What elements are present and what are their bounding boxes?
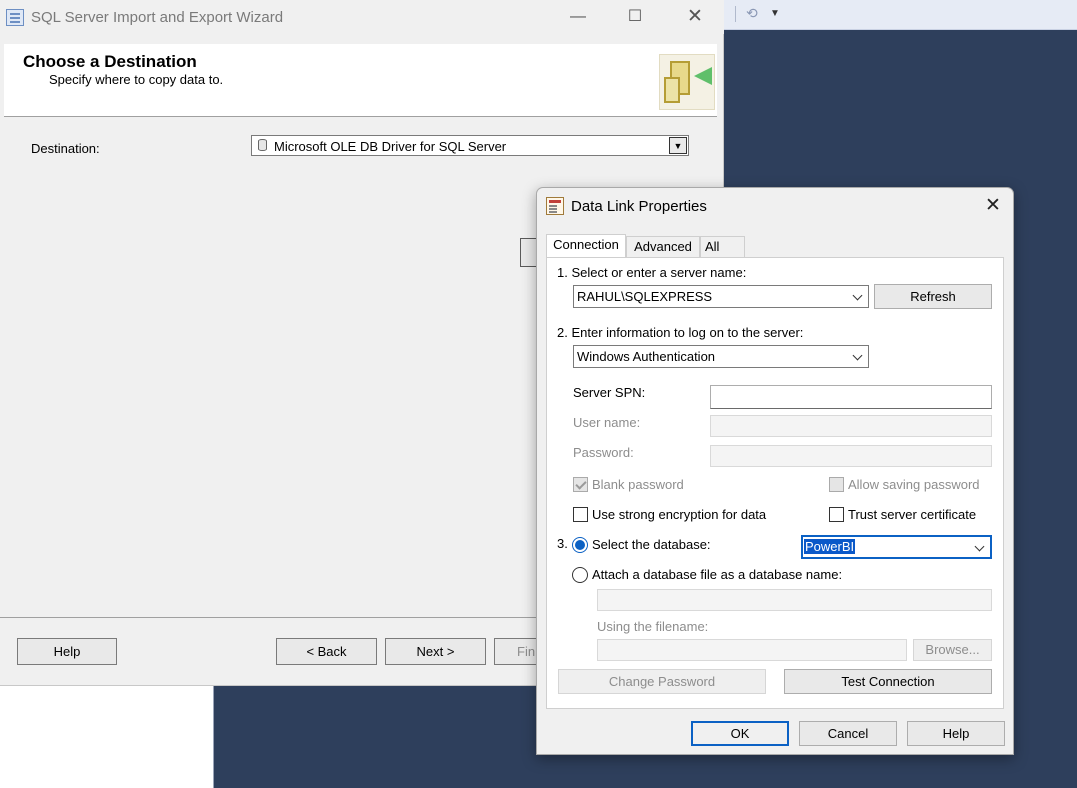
tab-all[interactable]: All <box>700 236 745 258</box>
wizard-app-icon <box>6 9 24 26</box>
dropdown-arrow-icon[interactable]: ▼ <box>770 8 790 26</box>
destination-label: Destination: <box>31 141 100 156</box>
toolbar-icon[interactable]: ⟲ <box>746 5 766 23</box>
dialog-titlebar: Data Link Properties ✕ <box>537 188 1013 224</box>
dialog-title: Data Link Properties <box>571 198 707 215</box>
page-subtitle: Specify where to copy data to. <box>49 72 224 87</box>
wizard-titlebar: SQL Server Import and Export Wizard — ☐ … <box>0 0 724 34</box>
strong-encryption-checkbox[interactable] <box>573 507 588 522</box>
tab-connection[interactable]: Connection <box>546 234 626 258</box>
minimize-button[interactable]: — <box>560 6 596 28</box>
attach-database-radio[interactable] <box>572 567 588 583</box>
data-link-icon <box>546 197 564 215</box>
server-name-combo[interactable]: RAHUL\SQLEXPRESS <box>573 285 869 308</box>
blank-password-label: Blank password <box>592 477 684 492</box>
database-combo[interactable]: PowerBI <box>801 535 992 559</box>
chevron-down-icon[interactable]: ▼ <box>669 137 687 154</box>
toolbar-separator <box>735 6 736 22</box>
database-value: PowerBI <box>804 539 856 554</box>
select-database-radio[interactable] <box>572 537 588 553</box>
trust-server-certificate-label: Trust server certificate <box>848 507 977 522</box>
blank-password-checkbox[interactable] <box>573 477 588 492</box>
step-3-label: 3. <box>557 536 568 551</box>
browse-button[interactable]: Browse... <box>913 639 992 661</box>
authentication-value: Windows Authentication <box>577 349 716 364</box>
destination-value: Microsoft OLE DB Driver for SQL Server <box>274 139 507 154</box>
database-value-wrap: PowerBI <box>804 539 856 554</box>
maximize-button[interactable]: ☐ <box>617 6 653 28</box>
chevron-down-icon[interactable] <box>852 289 864 303</box>
help-button[interactable]: Help <box>17 638 117 665</box>
refresh-button[interactable]: Refresh <box>874 284 992 309</box>
password-label: Password: <box>573 445 634 460</box>
help-button[interactable]: Help <box>907 721 1005 746</box>
user-name-label: User name: <box>573 415 641 430</box>
connection-tab-panel: 1. Select or enter a server name: RAHUL\… <box>546 257 1004 709</box>
attach-database-name-input[interactable] <box>597 589 992 611</box>
destination-select[interactable]: Microsoft OLE DB Driver for SQL Server ▼ <box>251 135 689 156</box>
tab-advanced[interactable]: Advanced <box>626 236 700 258</box>
user-name-input[interactable] <box>710 415 992 437</box>
back-button[interactable]: < Back <box>276 638 377 665</box>
server-name-label: 1. Select or enter a server name: <box>557 265 747 280</box>
select-database-label: Select the database: <box>592 537 711 552</box>
attach-database-label: Attach a database file as a database nam… <box>592 567 843 582</box>
server-spn-input[interactable] <box>710 385 992 409</box>
wizard-header-graphic-icon <box>659 54 715 110</box>
close-icon[interactable]: ✕ <box>980 194 1006 218</box>
wizard-header: Choose a Destination Specify where to co… <box>4 44 717 117</box>
allow-saving-password-label: Allow saving password <box>848 477 980 492</box>
ok-button[interactable]: OK <box>691 721 789 746</box>
server-name-value: RAHUL\SQLEXPRESS <box>577 289 713 304</box>
logon-info-label: 2. Enter information to log on to the se… <box>557 325 804 340</box>
strong-encryption-label: Use strong encryption for data <box>592 507 767 522</box>
using-filename-label: Using the filename: <box>597 619 709 634</box>
next-button[interactable]: Next > <box>385 638 486 665</box>
filename-input[interactable] <box>597 639 907 661</box>
wizard-title: SQL Server Import and Export Wizard <box>31 9 284 26</box>
trust-server-certificate-checkbox[interactable] <box>829 507 844 522</box>
server-spn-label: Server SPN: <box>573 385 646 400</box>
page-title: Choose a Destination <box>23 52 197 71</box>
allow-saving-password-checkbox[interactable] <box>829 477 844 492</box>
background-window <box>0 686 214 788</box>
password-input[interactable] <box>710 445 992 467</box>
change-password-button[interactable]: Change Password <box>558 669 766 694</box>
chevron-down-icon[interactable] <box>852 349 864 363</box>
data-link-properties-dialog: Data Link Properties ✕ Connection Advanc… <box>536 187 1014 755</box>
chevron-down-icon[interactable] <box>974 540 986 554</box>
database-icon <box>258 139 267 151</box>
cancel-button[interactable]: Cancel <box>799 721 897 746</box>
test-connection-button[interactable]: Test Connection <box>784 669 992 694</box>
authentication-combo[interactable]: Windows Authentication <box>573 345 869 368</box>
close-button[interactable]: ✕ <box>677 6 713 28</box>
taskbar-strip: ⟲ ▼ <box>724 0 1077 30</box>
